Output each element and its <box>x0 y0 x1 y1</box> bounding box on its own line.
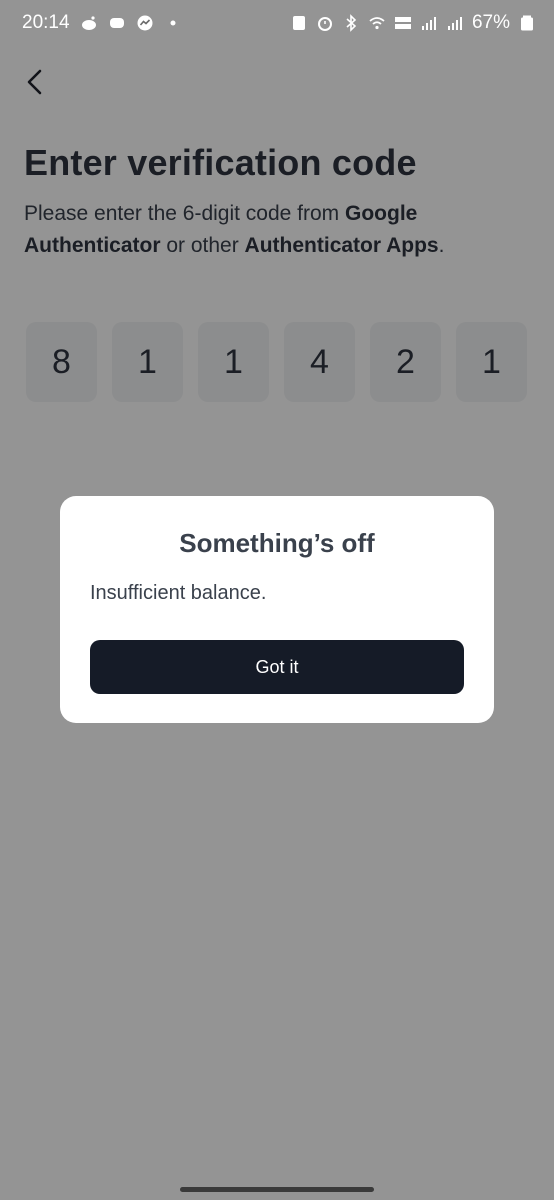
dialog-title: Something’s off <box>179 528 375 558</box>
volte-icon <box>394 14 412 32</box>
battery-percent: 67% <box>471 12 510 33</box>
battery-icon <box>518 14 536 32</box>
error-dialog: Something’s off Insufficient balance. Go… <box>60 496 494 723</box>
discord-icon <box>108 14 126 32</box>
dot-icon <box>164 14 182 32</box>
bluetooth-icon <box>342 14 360 32</box>
wifi-icon <box>368 14 386 32</box>
messenger-icon <box>136 14 154 32</box>
got-it-button[interactable]: Got it <box>90 640 464 694</box>
signal-icon <box>420 14 438 32</box>
home-indicator[interactable] <box>180 1187 374 1192</box>
alarm-icon <box>316 14 334 32</box>
status-bar: 20:14 67% <box>0 0 554 50</box>
dialog-message: Insufficient balance. <box>90 582 267 604</box>
reddit-icon <box>80 14 98 32</box>
signal-icon <box>446 14 464 32</box>
status-time: 20:14 <box>22 12 70 33</box>
nfc-icon <box>290 14 308 32</box>
